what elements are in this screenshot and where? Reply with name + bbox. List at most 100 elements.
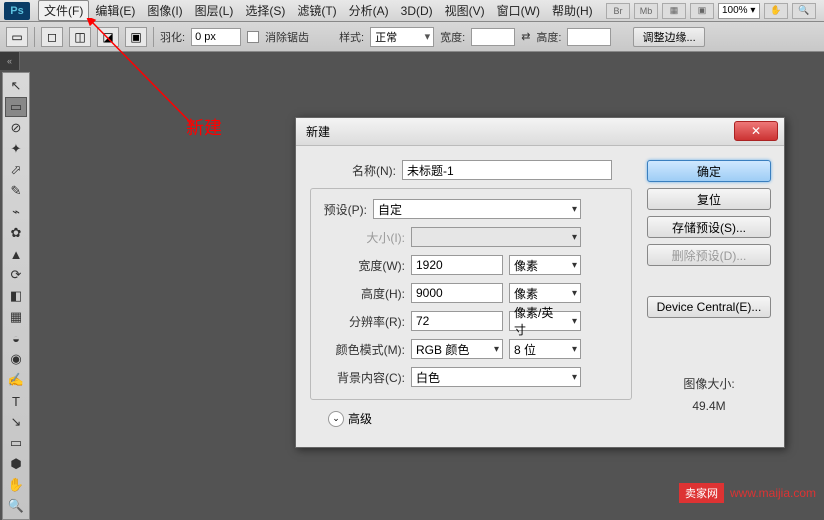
eraser-tool[interactable]: ◧: [5, 286, 27, 306]
swap-icon[interactable]: ⇄: [521, 30, 530, 43]
tab-strip: «: [0, 52, 20, 70]
tool-preset-icon[interactable]: ▭: [6, 27, 28, 47]
height-input[interactable]: [411, 283, 503, 303]
advanced-label: 高级: [348, 410, 372, 427]
opt-width-input[interactable]: [471, 28, 515, 46]
menu-right-icons: Br Mb ▦ ▣ 100% ▾ ✋ 🔍: [606, 3, 824, 19]
wand-tool[interactable]: ✦: [5, 139, 27, 159]
style-label: 样式:: [339, 29, 364, 45]
refine-edge-button[interactable]: 调整边缘...: [633, 27, 704, 47]
marquee-tool[interactable]: ▭: [5, 97, 27, 117]
shape-tool[interactable]: ▭: [5, 433, 27, 453]
name-input[interactable]: [402, 160, 612, 180]
watermark-badge: 卖家网: [679, 483, 724, 503]
bridge-icon[interactable]: Br: [606, 3, 630, 19]
height-unit-select[interactable]: 像素: [509, 283, 581, 303]
hand-tool[interactable]: ✋: [5, 475, 27, 495]
annotation-text: 新建: [186, 114, 222, 140]
path-tool[interactable]: ↘: [5, 412, 27, 432]
toolbox: ↖ ▭ ⊘ ✦ ⬀ ✎ ⌁ ✿ ▲ ⟳ ◧ ▦ ◒ ◉ ✍ T ↘ ▭ ⬢ ✋ …: [2, 72, 30, 520]
options-bar: ▭ ◻ ◫ ◪ ▣ 羽化: 消除锯齿 样式: 正常 宽度: ⇄ 高度: 调整边缘…: [0, 22, 824, 52]
ok-button[interactable]: 确定: [647, 160, 771, 182]
imgsize-value: 49.4M: [683, 396, 734, 418]
save-preset-button[interactable]: 存储预设(S)...: [647, 216, 771, 238]
res-unit-select[interactable]: 像素/英寸: [509, 311, 581, 331]
doc-tab[interactable]: «: [0, 52, 20, 70]
bitdepth-select[interactable]: 8 位: [509, 339, 581, 359]
antialias-check[interactable]: [247, 31, 259, 43]
screen-icon[interactable]: ▣: [690, 3, 714, 19]
menu-analysis[interactable]: 分析(A): [343, 0, 395, 21]
preset-select[interactable]: 自定: [373, 199, 581, 219]
menu-filter[interactable]: 滤镜(T): [291, 0, 342, 21]
reset-button[interactable]: 复位: [647, 188, 771, 210]
zoom-icon[interactable]: 🔍: [792, 3, 816, 19]
image-size-info: 图像大小: 49.4M: [683, 374, 734, 417]
imgsize-label: 图像大小:: [683, 374, 734, 396]
3d-tool[interactable]: ⬢: [5, 454, 27, 474]
menu-window[interactable]: 窗口(W): [491, 0, 546, 21]
watermark-url: www.maijia.com: [730, 486, 816, 500]
heal-tool[interactable]: ⌁: [5, 202, 27, 222]
menu-edit[interactable]: 编辑(E): [89, 0, 141, 21]
bg-label: 背景内容(C):: [319, 369, 405, 386]
name-label: 名称(N):: [310, 162, 396, 179]
crop-tool[interactable]: ⬀: [5, 160, 27, 180]
minibridge-icon[interactable]: Mb: [634, 3, 658, 19]
type-tool[interactable]: T: [5, 391, 27, 411]
menu-3d[interactable]: 3D(D): [395, 2, 439, 20]
device-central-button[interactable]: Device Central(E)...: [647, 296, 771, 318]
res-input[interactable]: [411, 311, 503, 331]
width-label: 宽度(W):: [319, 257, 405, 274]
history-tool[interactable]: ⟳: [5, 265, 27, 285]
width-unit-select[interactable]: 像素: [509, 255, 581, 275]
width-input[interactable]: [411, 255, 503, 275]
menu-layer[interactable]: 图层(L): [189, 0, 240, 21]
menu-select[interactable]: 选择(S): [239, 0, 291, 21]
menu-view[interactable]: 视图(V): [439, 0, 491, 21]
move-tool[interactable]: ↖: [5, 76, 27, 96]
zoom-tool[interactable]: 🔍: [5, 496, 27, 516]
menu-help[interactable]: 帮助(H): [546, 0, 599, 21]
pen-tool[interactable]: ✍: [5, 370, 27, 390]
close-button[interactable]: ✕: [734, 121, 778, 141]
style-select[interactable]: 正常: [370, 27, 434, 47]
opt-height-input[interactable]: [567, 28, 611, 46]
bg-select[interactable]: 白色: [411, 367, 581, 387]
lasso-tool[interactable]: ⊘: [5, 118, 27, 138]
zoom-level[interactable]: 100% ▾: [718, 3, 760, 19]
sel-int-icon[interactable]: ▣: [125, 27, 147, 47]
gradient-tool[interactable]: ▦: [5, 307, 27, 327]
opt-height-label: 高度:: [536, 29, 561, 45]
dialog-title-text: 新建: [306, 123, 330, 140]
sel-new-icon[interactable]: ◻: [41, 27, 63, 47]
advanced-toggle-row[interactable]: ⌄ 高级: [328, 410, 632, 427]
grid-icon[interactable]: ▦: [662, 3, 686, 19]
new-dialog: 新建 ✕ 名称(N): 预设(P): 自定 大小(I): 宽度(W):: [295, 117, 785, 448]
antialias-label: 消除锯齿: [265, 29, 309, 45]
opt-width-label: 宽度:: [440, 29, 465, 45]
stamp-tool[interactable]: ▲: [5, 244, 27, 264]
sel-add-icon[interactable]: ◫: [69, 27, 91, 47]
preset-label: 预设(P):: [309, 201, 367, 218]
colormode-select[interactable]: RGB 颜色: [411, 339, 503, 359]
watermark: 卖家网 www.maijia.com: [679, 483, 816, 503]
eyedropper-tool[interactable]: ✎: [5, 181, 27, 201]
feather-input[interactable]: [191, 28, 241, 46]
height-label: 高度(H):: [319, 285, 405, 302]
res-label: 分辨率(R):: [319, 313, 405, 330]
menu-image[interactable]: 图像(I): [141, 0, 188, 21]
size-label: 大小(I):: [319, 229, 405, 246]
hand-icon[interactable]: ✋: [764, 3, 788, 19]
menu-file[interactable]: 文件(F): [38, 0, 89, 21]
colormode-label: 颜色模式(M):: [319, 341, 405, 358]
chevron-down-icon[interactable]: ⌄: [328, 411, 344, 427]
brush-tool[interactable]: ✿: [5, 223, 27, 243]
dialog-titlebar[interactable]: 新建 ✕: [296, 118, 784, 146]
blur-tool[interactable]: ◒: [5, 328, 27, 348]
size-select: [411, 227, 581, 247]
ps-logo: Ps: [4, 2, 30, 20]
delete-preset-button: 删除预设(D)...: [647, 244, 771, 266]
dodge-tool[interactable]: ◉: [5, 349, 27, 369]
sel-sub-icon[interactable]: ◪: [97, 27, 119, 47]
